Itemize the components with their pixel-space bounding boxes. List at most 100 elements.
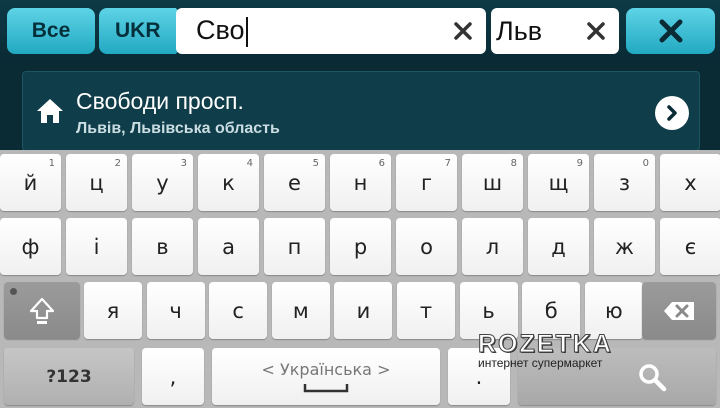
shift-icon [29, 297, 55, 324]
key[interactable]: ф [0, 218, 61, 275]
key[interactable]: а [198, 218, 259, 275]
key[interactable]: ь [459, 282, 518, 339]
key[interactable]: о [396, 218, 457, 275]
close-icon [659, 19, 682, 43]
key-number-hint: 0 [642, 158, 649, 169]
key[interactable]: м [271, 282, 330, 339]
key-label: б [544, 298, 558, 323]
key-label: с [232, 298, 244, 323]
key[interactable]: р [330, 218, 391, 275]
key-label: ь [482, 298, 495, 323]
key-label: є [684, 234, 697, 259]
close-button[interactable] [626, 8, 715, 54]
key[interactable]: 4к [198, 154, 259, 211]
key[interactable]: х [660, 154, 720, 211]
key[interactable]: ю [584, 282, 643, 339]
result-subtitle: Львів, Львівська область [76, 120, 280, 137]
key-number-hint: 6 [378, 158, 385, 169]
key-label: р [353, 234, 368, 259]
chevron-right-icon[interactable] [655, 96, 689, 130]
key[interactable]: 9щ [528, 154, 589, 211]
key-number-hint: 9 [576, 158, 583, 169]
key-label: и [356, 298, 371, 323]
key-number-hint: 5 [312, 158, 319, 169]
key-label: з [618, 170, 631, 195]
key[interactable]: п [264, 218, 325, 275]
key-number-hint: 8 [510, 158, 517, 169]
key-label: я [106, 298, 120, 323]
key[interactable]: в [132, 218, 193, 275]
key-label: щ [548, 170, 569, 195]
space-bar-icon [303, 384, 349, 393]
search-bar: Все UKR Сво Льв [0, 0, 720, 64]
key-label: о [420, 234, 433, 259]
key-label: г [420, 170, 433, 195]
key-label: т [419, 298, 433, 323]
key-number-hint: 2 [114, 158, 121, 169]
key[interactable]: 2ц [66, 154, 127, 211]
key-label: м [292, 298, 309, 323]
key[interactable]: 8ш [462, 154, 523, 211]
key[interactable]: д [528, 218, 589, 275]
key-label: л [485, 234, 500, 259]
backspace-icon [664, 301, 694, 320]
search-icon [639, 363, 667, 391]
city-query-text: Льв [496, 15, 543, 46]
key[interactable]: 1й [0, 154, 61, 211]
key[interactable]: с [209, 282, 268, 339]
key-label: ю [604, 298, 623, 323]
shift-indicator [10, 288, 17, 295]
key-label: ф [21, 234, 40, 259]
key[interactable]: є [660, 218, 720, 275]
key[interactable]: и [334, 282, 393, 339]
key[interactable]: 0з [594, 154, 655, 211]
clear-city-icon[interactable] [579, 14, 613, 48]
key-label: а [222, 234, 235, 259]
key-label: ж [615, 234, 634, 259]
search-key[interactable] [518, 348, 716, 405]
key[interactable]: 7г [396, 154, 457, 211]
key-number-hint: 3 [180, 158, 187, 169]
period-key[interactable]: . [448, 348, 510, 405]
key-number-hint: 7 [444, 158, 451, 169]
key[interactable]: л [462, 218, 523, 275]
on-screen-keyboard: 1й2ц3у4к5е6н7г8ш9щ0зх фівапролджє ячсмит… [0, 150, 720, 408]
key[interactable]: б [522, 282, 581, 339]
key-label: й [23, 170, 38, 195]
space-key[interactable]: < Українська > [212, 348, 440, 405]
key-label: е [288, 170, 301, 195]
search-result-item[interactable]: Свободи просп. Львів, Львівська область [22, 71, 700, 151]
key[interactable]: ч [146, 282, 205, 339]
key[interactable]: 3у [132, 154, 193, 211]
shift-key[interactable] [4, 282, 80, 339]
text-caret [245, 16, 248, 47]
backspace-key[interactable] [642, 282, 716, 339]
key-label: ш [482, 170, 503, 195]
key-label: і [93, 234, 100, 259]
street-search-input[interactable]: Сво [176, 8, 486, 54]
keyboard-language-label: < Українська > [261, 360, 391, 379]
key[interactable]: ж [594, 218, 655, 275]
key-label: х [684, 170, 697, 195]
key-label: ц [89, 170, 104, 195]
street-query-text: Сво [196, 15, 245, 46]
key-label: п [287, 234, 302, 259]
key[interactable]: 5е [264, 154, 325, 211]
key-label: в [156, 234, 169, 259]
home-icon [35, 96, 65, 130]
key[interactable]: т [397, 282, 455, 339]
clear-street-icon[interactable] [446, 14, 480, 48]
key-number-hint: 1 [48, 158, 55, 169]
comma-key[interactable]: , [142, 348, 204, 405]
key-label: у [156, 170, 169, 195]
key[interactable]: я [84, 282, 142, 339]
key-label: к [222, 170, 235, 195]
filter-all-button[interactable]: Все [7, 8, 95, 54]
symbols-key[interactable]: ?123 [4, 348, 134, 405]
result-title: Свободи просп. [76, 88, 244, 114]
city-search-input[interactable]: Льв [491, 8, 619, 54]
key[interactable]: 6н [330, 154, 391, 211]
key-label: ч [169, 298, 182, 323]
key-label: н [353, 170, 368, 195]
key[interactable]: і [66, 218, 127, 275]
